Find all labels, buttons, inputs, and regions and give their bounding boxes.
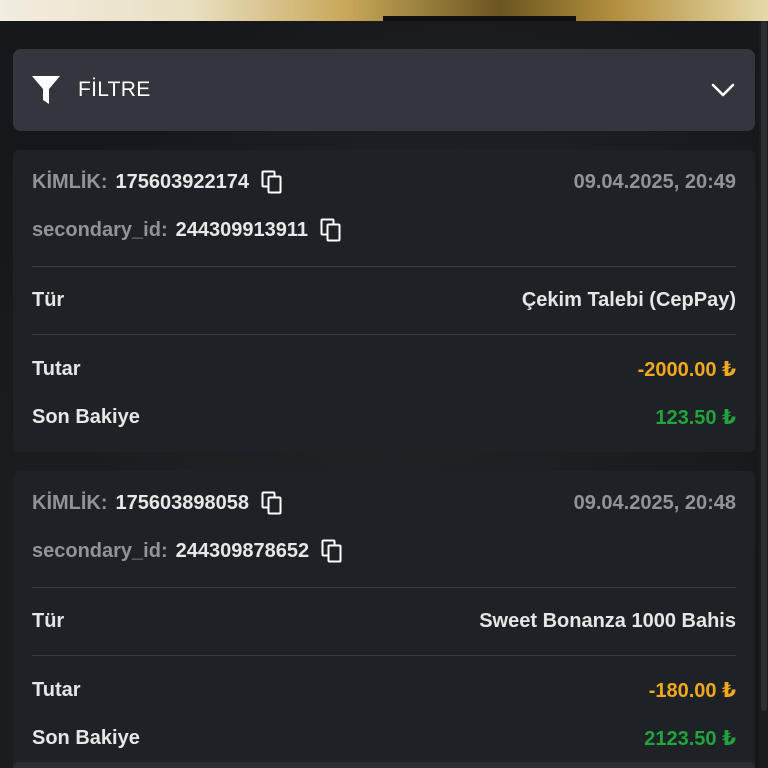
- secondary-id-value: 244309878652: [175, 539, 310, 562]
- copy-icon[interactable]: [320, 218, 342, 242]
- copy-icon[interactable]: [261, 170, 283, 194]
- divider: [32, 334, 736, 335]
- divider: [32, 655, 736, 656]
- amount-row: Tutar -2000.00 ₺: [32, 354, 736, 384]
- divider: [32, 587, 736, 588]
- amount-label: Tutar: [32, 357, 81, 380]
- secondary-id-label: secondary_id:: [32, 218, 168, 241]
- type-value: Çekim Talebi (CepPay): [521, 288, 736, 311]
- balance-value: 2123.50 ₺: [644, 727, 736, 750]
- type-row: Tür Çekim Talebi (CepPay): [32, 285, 736, 315]
- balance-value: 123.50 ₺: [655, 406, 736, 429]
- transaction-datetime: 09.04.2025, 20:48: [573, 491, 736, 514]
- secondary-id-row: secondary_id: 244309913911: [32, 215, 736, 245]
- transaction-card: KİMLİK: 175603922174 09.04.2025, 20:49 s…: [13, 150, 755, 452]
- type-label: Tür: [32, 288, 65, 311]
- amount-row: Tutar -180.00 ₺: [32, 675, 736, 705]
- scrollbar[interactable]: [759, 21, 768, 768]
- type-row: Tür Sweet Bonanza 1000 Bahis: [32, 606, 736, 636]
- id-label: KİMLİK:: [32, 170, 108, 193]
- secondary-id-row: secondary_id: 244309878652: [32, 536, 736, 566]
- amount-value: -180.00 ₺: [648, 679, 736, 702]
- copy-icon[interactable]: [321, 539, 343, 563]
- top-banner: [0, 0, 768, 21]
- copy-icon[interactable]: [261, 491, 283, 515]
- balance-label: Son Bakiye: [32, 726, 140, 749]
- transaction-id-row: KİMLİK: 175603922174 09.04.2025, 20:49: [32, 167, 736, 197]
- amount-value: -2000.00 ₺: [637, 358, 736, 381]
- id-value: 175603898058: [115, 491, 250, 514]
- id-value: 175603922174: [115, 170, 250, 193]
- filter-label: FİLTRE: [78, 78, 151, 101]
- secondary-id-label: secondary_id:: [32, 539, 168, 562]
- filter-toggle[interactable]: FİLTRE: [13, 49, 755, 131]
- tab-indicator: [383, 16, 576, 21]
- scrollbar-thumb[interactable]: [761, 21, 767, 711]
- balance-row: Son Bakiye 123.50 ₺: [32, 402, 736, 432]
- amount-label: Tutar: [32, 678, 81, 701]
- type-value: Sweet Bonanza 1000 Bahis: [479, 609, 736, 632]
- next-card-edge: [13, 762, 755, 768]
- id-label: KİMLİK:: [32, 491, 108, 514]
- balance-row: Son Bakiye 2123.50 ₺: [32, 723, 736, 753]
- type-label: Tür: [32, 609, 65, 632]
- transaction-card: KİMLİK: 175603898058 09.04.2025, 20:48 s…: [13, 471, 755, 768]
- balance-label: Son Bakiye: [32, 405, 140, 428]
- transaction-history-page: FİLTRE KİMLİK: 175603922174 09.04.2025, …: [0, 0, 768, 768]
- chevron-down-icon[interactable]: [711, 82, 735, 98]
- secondary-id-value: 244309913911: [175, 218, 308, 241]
- transaction-datetime: 09.04.2025, 20:49: [573, 170, 736, 193]
- transaction-id-row: KİMLİK: 175603898058 09.04.2025, 20:48: [32, 488, 736, 518]
- divider: [32, 266, 736, 267]
- filter-funnel-icon: [32, 76, 60, 104]
